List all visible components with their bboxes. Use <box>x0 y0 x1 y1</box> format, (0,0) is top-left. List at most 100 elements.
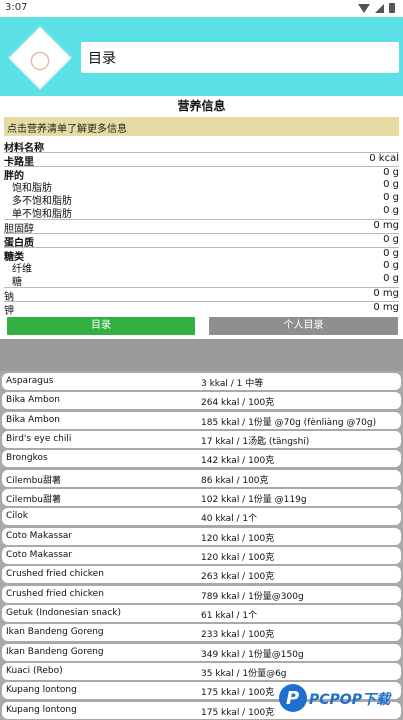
food-calories: 789 kkal / 1份量@300g <box>201 592 304 602</box>
nutrition-row-fiber: 纤维 0 g <box>4 260 399 275</box>
food-name: Coto Makassar <box>6 550 73 560</box>
food-calories: 142 kkal / 100克 <box>201 456 275 466</box>
nutrition-row-monounsaturated-fat: 单不饱和脂肪 0 g <box>4 205 399 220</box>
list-item[interactable]: Bika Ambon 264 kkal / 100克 <box>2 392 401 409</box>
nutrition-row-name: 材料名称 <box>4 139 399 154</box>
food-name: Bird's eye chili <box>6 434 72 444</box>
food-name: Cilembu甜薯 <box>6 476 62 486</box>
wifi-icon <box>358 3 370 13</box>
nutrition-value: 0 g <box>383 192 399 203</box>
plate-icon <box>30 51 50 71</box>
nutrition-value: 0 kcal <box>369 153 399 164</box>
list-item[interactable]: Crushed fried chicken 789 kkal / 1份量@300g <box>2 586 401 603</box>
food-name: Kuaci (Rebo) <box>6 666 63 676</box>
signal-icon <box>375 3 384 13</box>
food-name: Crushed fried chicken <box>6 569 104 579</box>
food-calories: 175 kkal / 100克 <box>201 688 275 698</box>
app-logo <box>8 26 72 90</box>
nutrition-row-protein: 蛋白质 0 g <box>4 233 399 249</box>
food-name: Asparagus <box>6 376 54 386</box>
watermark: P PCPOP下载 <box>279 684 401 718</box>
food-name: Crushed fried chicken <box>6 589 104 599</box>
food-name: Cilok <box>6 511 29 521</box>
nutrition-row-polyunsaturated-fat: 多不饱和脂肪 0 g <box>4 192 399 207</box>
app-header: 目录 <box>0 17 403 96</box>
list-item[interactable]: Bika Ambon 185 kkal / 1份量 @70g (fènliàng … <box>2 412 401 429</box>
list-item[interactable]: Asparagus 3 kkal / 1 中等 <box>2 373 401 390</box>
food-calories: 3 kkal / 1 中等 <box>201 379 264 389</box>
nutrition-row-sugar: 糖 0 g <box>4 273 399 288</box>
nutrition-row-saturated-fat: 饱和脂肪 0 g <box>4 179 399 194</box>
food-calories: 175 kkal / 100克 <box>201 708 275 718</box>
page-title-box: 目录 <box>81 42 399 73</box>
nutrition-title: 营养信息 <box>177 99 226 113</box>
nutrition-value: 0 g <box>383 273 399 284</box>
battery-icon <box>389 3 395 13</box>
food-calories: 86 kkal / 100克 <box>201 476 269 486</box>
status-bar: 3:07 <box>0 0 403 17</box>
nutrition-row-potassium: 钾 0 mg <box>4 301 399 317</box>
nutrition-row-calories: 卡路里 0 kcal <box>4 152 399 168</box>
list-item[interactable]: Coto Makassar 120 kkal / 100克 <box>2 528 401 545</box>
nutrition-row-fat: 胖的 0 g <box>4 166 399 182</box>
nutrition-row-sodium: 钠 0 mg <box>4 287 399 303</box>
food-calories: 40 kkal / 1个 <box>201 514 258 524</box>
search-band <box>0 339 403 371</box>
nutrition-value: 0 g <box>383 179 399 190</box>
food-calories: 185 kkal / 1份量 @70g (fènliàng @70g) <box>201 418 377 428</box>
nutrition-label: 钾 <box>4 306 14 317</box>
food-name: Getuk (Indonesian snack) <box>6 608 121 618</box>
food-name: Kupang lontong <box>6 705 77 715</box>
nutrition-label: 单不饱和脂肪 <box>12 209 72 220</box>
list-item[interactable]: Brongkos 142 kkal / 100克 <box>2 450 401 467</box>
nutrition-value: 0 g <box>383 248 399 259</box>
food-calories: 120 kkal / 100克 <box>201 534 275 544</box>
nutrition-label: 糖 <box>12 277 22 288</box>
list-item[interactable]: Cilembu甜薯 102 kkal / 1份量 @119g <box>2 489 401 506</box>
list-item[interactable]: Cilembu甜薯 86 kkal / 100克 <box>2 470 401 487</box>
status-icons <box>358 3 395 13</box>
food-calories: 263 kkal / 100克 <box>201 572 275 582</box>
food-calories: 102 kkal / 1份量 @119g <box>201 495 307 505</box>
personal-catalog-button[interactable]: 个人目录 <box>209 317 398 335</box>
nutrition-value: 0 mg <box>373 288 399 299</box>
page-title: 目录 <box>88 51 116 67</box>
catalog-button[interactable]: 目录 <box>7 317 195 335</box>
food-list[interactable]: Asparagus 3 kkal / 1 中等 Bika Ambon 264 kka… <box>0 371 403 720</box>
nutrition-notice[interactable]: 点击营养清单了解更多信息 <box>4 117 399 136</box>
food-calories: 17 kkal / 1汤匙 (tāngshi) <box>201 437 310 447</box>
watermark-logo-icon: P <box>279 684 307 712</box>
list-item[interactable]: Kuaci (Rebo) 35 kkal / 1份量@6g <box>2 663 401 680</box>
list-item[interactable]: Coto Makassar 120 kkal / 100克 <box>2 547 401 564</box>
food-name: Bika Ambon <box>6 415 60 425</box>
food-name: Brongkos <box>6 453 48 463</box>
food-name: Kupang lontong <box>6 685 77 695</box>
watermark-text: PCPOP下载 <box>309 692 390 708</box>
food-name: Coto Makassar <box>6 531 73 541</box>
list-item[interactable]: Cilok 40 kkal / 1个 <box>2 508 401 525</box>
food-name: Bika Ambon <box>6 395 60 405</box>
list-item[interactable]: Ikan Bandeng Goreng 349 kkal / 1份量@150g <box>2 644 401 661</box>
food-calories: 61 kkal / 1个 <box>201 611 258 621</box>
nutrition-row-cholesterol: 胆固醇 0 mg <box>4 219 399 235</box>
food-name: Ikan Bandeng Goreng <box>6 647 104 657</box>
food-name: Cilembu甜薯 <box>6 495 62 505</box>
nutrition-value: 0 g <box>383 234 399 245</box>
nutrition-value: 0 g <box>383 260 399 271</box>
nutrition-value: 0 g <box>383 167 399 178</box>
food-calories: 349 kkal / 1份量@150g <box>201 650 304 660</box>
food-calories: 120 kkal / 100克 <box>201 553 275 563</box>
food-calories: 35 kkal / 1份量@6g <box>201 669 287 679</box>
food-calories: 233 kkal / 100克 <box>201 630 275 640</box>
list-item[interactable]: Getuk (Indonesian snack) 61 kkal / 1个 <box>2 605 401 622</box>
list-item[interactable]: Ikan Bandeng Goreng 233 kkal / 100克 <box>2 624 401 641</box>
status-time: 3:07 <box>5 2 28 13</box>
food-name: Ikan Bandeng Goreng <box>6 627 104 637</box>
nutrition-value: 0 mg <box>373 220 399 231</box>
list-item[interactable]: Bird's eye chili 17 kkal / 1汤匙 (tāngshi) <box>2 431 401 448</box>
food-calories: 264 kkal / 100克 <box>201 398 275 408</box>
nutrition-row-carbohydrates: 糖类 0 g <box>4 247 399 263</box>
list-item[interactable]: Crushed fried chicken 263 kkal / 100克 <box>2 566 401 583</box>
nutrition-value: 0 mg <box>373 302 399 313</box>
nutrition-value: 0 g <box>383 205 399 216</box>
